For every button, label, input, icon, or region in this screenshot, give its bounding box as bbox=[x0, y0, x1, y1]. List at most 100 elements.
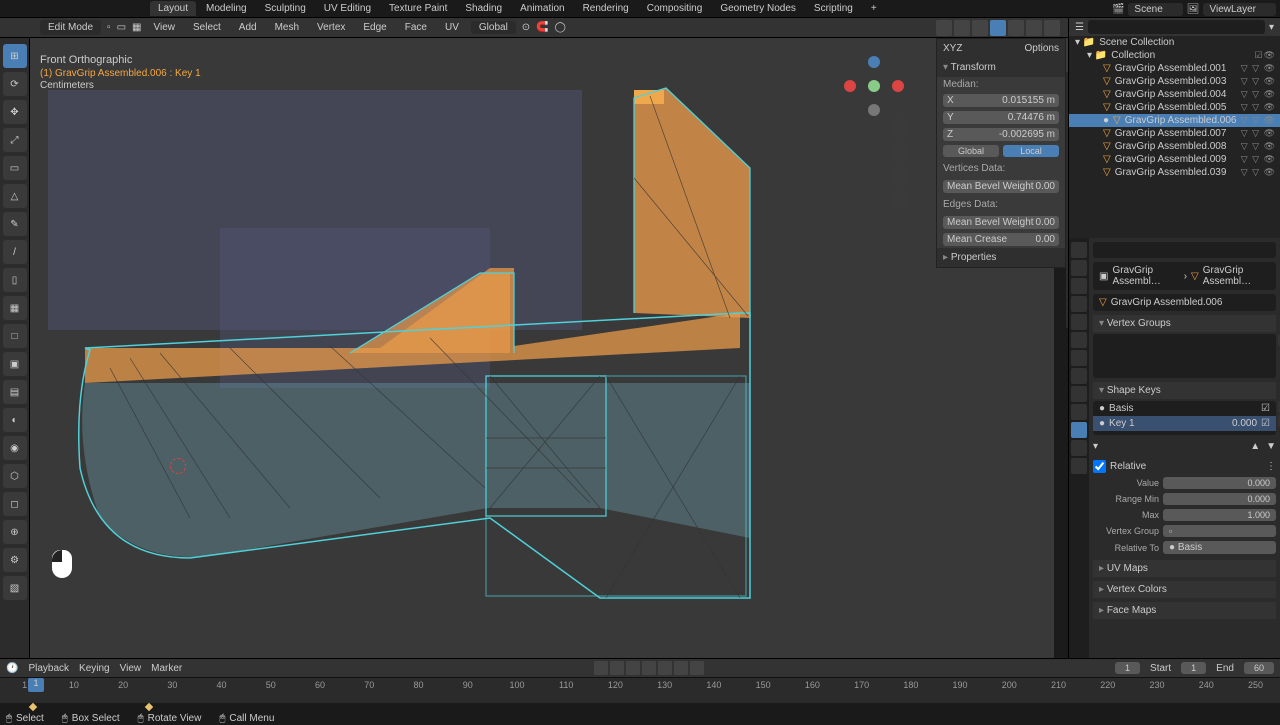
mean-crease[interactable]: Mean Crease0.00 bbox=[943, 233, 1059, 246]
shape-value-slider[interactable]: 0.000 bbox=[1163, 477, 1276, 489]
pan-icon[interactable] bbox=[891, 142, 909, 160]
cursor-tool[interactable]: ⟳ bbox=[3, 72, 27, 96]
shape-keys-header[interactable]: ▾ Shape Keys bbox=[1093, 382, 1276, 399]
autokey-icon[interactable] bbox=[594, 661, 608, 675]
shrink-tool[interactable]: ⚙ bbox=[3, 548, 27, 572]
prop-tab-object[interactable] bbox=[1071, 332, 1087, 348]
prop-tab-output[interactable] bbox=[1071, 260, 1087, 276]
header-menu-mesh[interactable]: Mesh bbox=[269, 20, 305, 35]
mesh-name-field[interactable]: ▽ GravGrip Assembled.006 bbox=[1093, 294, 1276, 311]
start-frame-field[interactable]: 1 bbox=[1181, 662, 1206, 674]
keyframe-track[interactable] bbox=[0, 703, 1280, 711]
shape-key-basis[interactable]: ●Basis☑ bbox=[1093, 401, 1276, 416]
proportional-icon[interactable]: ◯ bbox=[555, 22, 566, 33]
prop-tab-scene[interactable] bbox=[1071, 296, 1087, 312]
outliner-item[interactable]: ▽GravGrip Assembled.001▽ ▽ 👁 bbox=[1069, 62, 1280, 75]
shape-key-options-icon[interactable]: ⋮ bbox=[1266, 461, 1276, 472]
edge-slide-tool[interactable]: ⊕ bbox=[3, 520, 27, 544]
workspace-tab[interactable]: Texture Paint bbox=[381, 1, 455, 16]
properties-search[interactable] bbox=[1093, 242, 1276, 258]
xray-icon[interactable] bbox=[972, 20, 988, 36]
workspace-tab[interactable]: Modeling bbox=[198, 1, 255, 16]
outliner-item[interactable]: ▽GravGrip Assembled.008▽ ▽ 👁 bbox=[1069, 140, 1280, 153]
camera-icon[interactable] bbox=[891, 166, 909, 184]
prop-tab-mesh[interactable] bbox=[1071, 422, 1087, 438]
play-reverse-icon[interactable] bbox=[642, 661, 656, 675]
scene-field[interactable]: Scene bbox=[1128, 3, 1182, 16]
header-menu-add[interactable]: Add bbox=[233, 20, 263, 35]
outliner-search[interactable] bbox=[1088, 20, 1265, 34]
timeline-ruler[interactable]: 1 11020304050607080901001101201301401501… bbox=[0, 677, 1280, 703]
inset-tool[interactable]: □ bbox=[3, 324, 27, 348]
vertex-colors-header[interactable]: ▸ Vertex Colors bbox=[1093, 581, 1276, 598]
gizmo-toggle-icon[interactable] bbox=[936, 20, 952, 36]
range-min-field[interactable]: 0.000 bbox=[1163, 493, 1276, 505]
prop-tab-texture[interactable] bbox=[1071, 458, 1087, 474]
shape-key-key1[interactable]: ●Key 10.000 ☑ bbox=[1093, 416, 1276, 431]
vertex-select-icon[interactable]: ▫ bbox=[107, 22, 111, 33]
relative-checkbox[interactable] bbox=[1093, 460, 1106, 473]
menu-file[interactable]: File bbox=[29, 1, 57, 16]
outliner-item[interactable]: ▽GravGrip Assembled.005▽ ▽ 👁 bbox=[1069, 101, 1280, 114]
annotate-tool[interactable]: ✎ bbox=[3, 212, 27, 236]
keyframe-next-icon[interactable] bbox=[674, 661, 688, 675]
menu-edit[interactable]: Edit bbox=[59, 1, 88, 16]
playhead[interactable]: 1 bbox=[28, 678, 44, 692]
header-menu-vertex[interactable]: Vertex bbox=[311, 20, 351, 35]
solid-shading-icon[interactable] bbox=[1008, 20, 1024, 36]
workspace-tab[interactable]: Scripting bbox=[806, 1, 861, 16]
select-box-tool[interactable]: ⊞ bbox=[3, 44, 27, 68]
outliner-item[interactable]: ▽GravGrip Assembled.004▽ ▽ 👁 bbox=[1069, 88, 1280, 101]
vertex-groups-list[interactable]: + bbox=[1093, 334, 1276, 378]
transform-header[interactable]: ▾ Transform bbox=[937, 58, 1065, 77]
header-menu-select[interactable]: Select bbox=[187, 20, 227, 35]
viewport-3d[interactable]: Front Orthographic (1) GravGrip Assemble… bbox=[30, 38, 1054, 658]
outliner-scene-collection[interactable]: ▾ 📁Scene Collection bbox=[1069, 36, 1280, 49]
measure-tool[interactable]: / bbox=[3, 240, 27, 264]
workspace-tab[interactable]: Layout bbox=[150, 1, 196, 16]
move-down-icon[interactable]: ▼ bbox=[1266, 441, 1276, 452]
overlay-toggle-icon[interactable] bbox=[954, 20, 970, 36]
zoom-icon[interactable] bbox=[891, 118, 909, 136]
outliner-item[interactable]: ▽GravGrip Assembled.039▽ ▽ 👁 bbox=[1069, 166, 1280, 179]
loop-cut-tool[interactable]: ▤ bbox=[3, 380, 27, 404]
timeline-menu[interactable]: View bbox=[120, 663, 142, 674]
poly-build-tool[interactable]: ◉ bbox=[3, 436, 27, 460]
face-maps-header[interactable]: ▸ Face Maps bbox=[1093, 602, 1276, 619]
rotate-tool[interactable]: ⤢ bbox=[3, 128, 27, 152]
outliner-mode-icon[interactable]: ☰ bbox=[1075, 22, 1084, 33]
timeline-menu[interactable]: Keying bbox=[79, 663, 110, 674]
play-icon[interactable] bbox=[658, 661, 672, 675]
bevel-tool[interactable]: ▣ bbox=[3, 352, 27, 376]
uvmaps-header[interactable]: ▸ UV Maps bbox=[1093, 560, 1276, 577]
keyframe-icon[interactable] bbox=[29, 703, 37, 711]
knife-tool[interactable]: ◐ bbox=[3, 408, 27, 432]
timeline-editor-icon[interactable]: 🕐 bbox=[6, 663, 18, 674]
scale-tool[interactable]: ▭ bbox=[3, 156, 27, 180]
workspace-tab[interactable]: Animation bbox=[512, 1, 572, 16]
prop-tab-modifiers[interactable] bbox=[1071, 350, 1087, 366]
workspace-tab[interactable]: Shading bbox=[457, 1, 510, 16]
transform-tool[interactable]: △ bbox=[3, 184, 27, 208]
perspective-icon[interactable] bbox=[891, 190, 909, 208]
move-up-icon[interactable]: ▲ bbox=[1250, 441, 1260, 452]
material-shading-icon[interactable] bbox=[1026, 20, 1042, 36]
prop-tab-viewlayer[interactable] bbox=[1071, 278, 1087, 294]
header-menu-edge[interactable]: Edge bbox=[357, 20, 392, 35]
median-x[interactable]: X0.015155 m bbox=[943, 94, 1059, 107]
prop-tab-physics[interactable] bbox=[1071, 386, 1087, 402]
mean-bevel-weight-e[interactable]: Mean Bevel Weight0.00 bbox=[943, 216, 1059, 229]
prop-tab-constraints[interactable] bbox=[1071, 404, 1087, 420]
extrude-tool[interactable]: ▦ bbox=[3, 296, 27, 320]
keyframe-icon[interactable] bbox=[145, 703, 153, 711]
jump-start-icon[interactable] bbox=[610, 661, 624, 675]
smooth-tool[interactable]: ◻ bbox=[3, 492, 27, 516]
properties-subpanel[interactable]: ▸ Properties bbox=[937, 248, 1065, 267]
viewlayer-field[interactable]: ViewLayer bbox=[1203, 3, 1276, 16]
properties-breadcrumb[interactable]: ▣GravGrip Assembl… › ▽GravGrip Assembl… bbox=[1093, 262, 1276, 290]
prop-tab-render[interactable] bbox=[1071, 242, 1087, 258]
keyframe-prev-icon[interactable] bbox=[626, 661, 640, 675]
snap-icon[interactable]: 🧲 bbox=[536, 22, 548, 33]
workspace-tab[interactable]: Geometry Nodes bbox=[712, 1, 804, 16]
mode-selector[interactable]: Edit Mode bbox=[40, 20, 101, 35]
